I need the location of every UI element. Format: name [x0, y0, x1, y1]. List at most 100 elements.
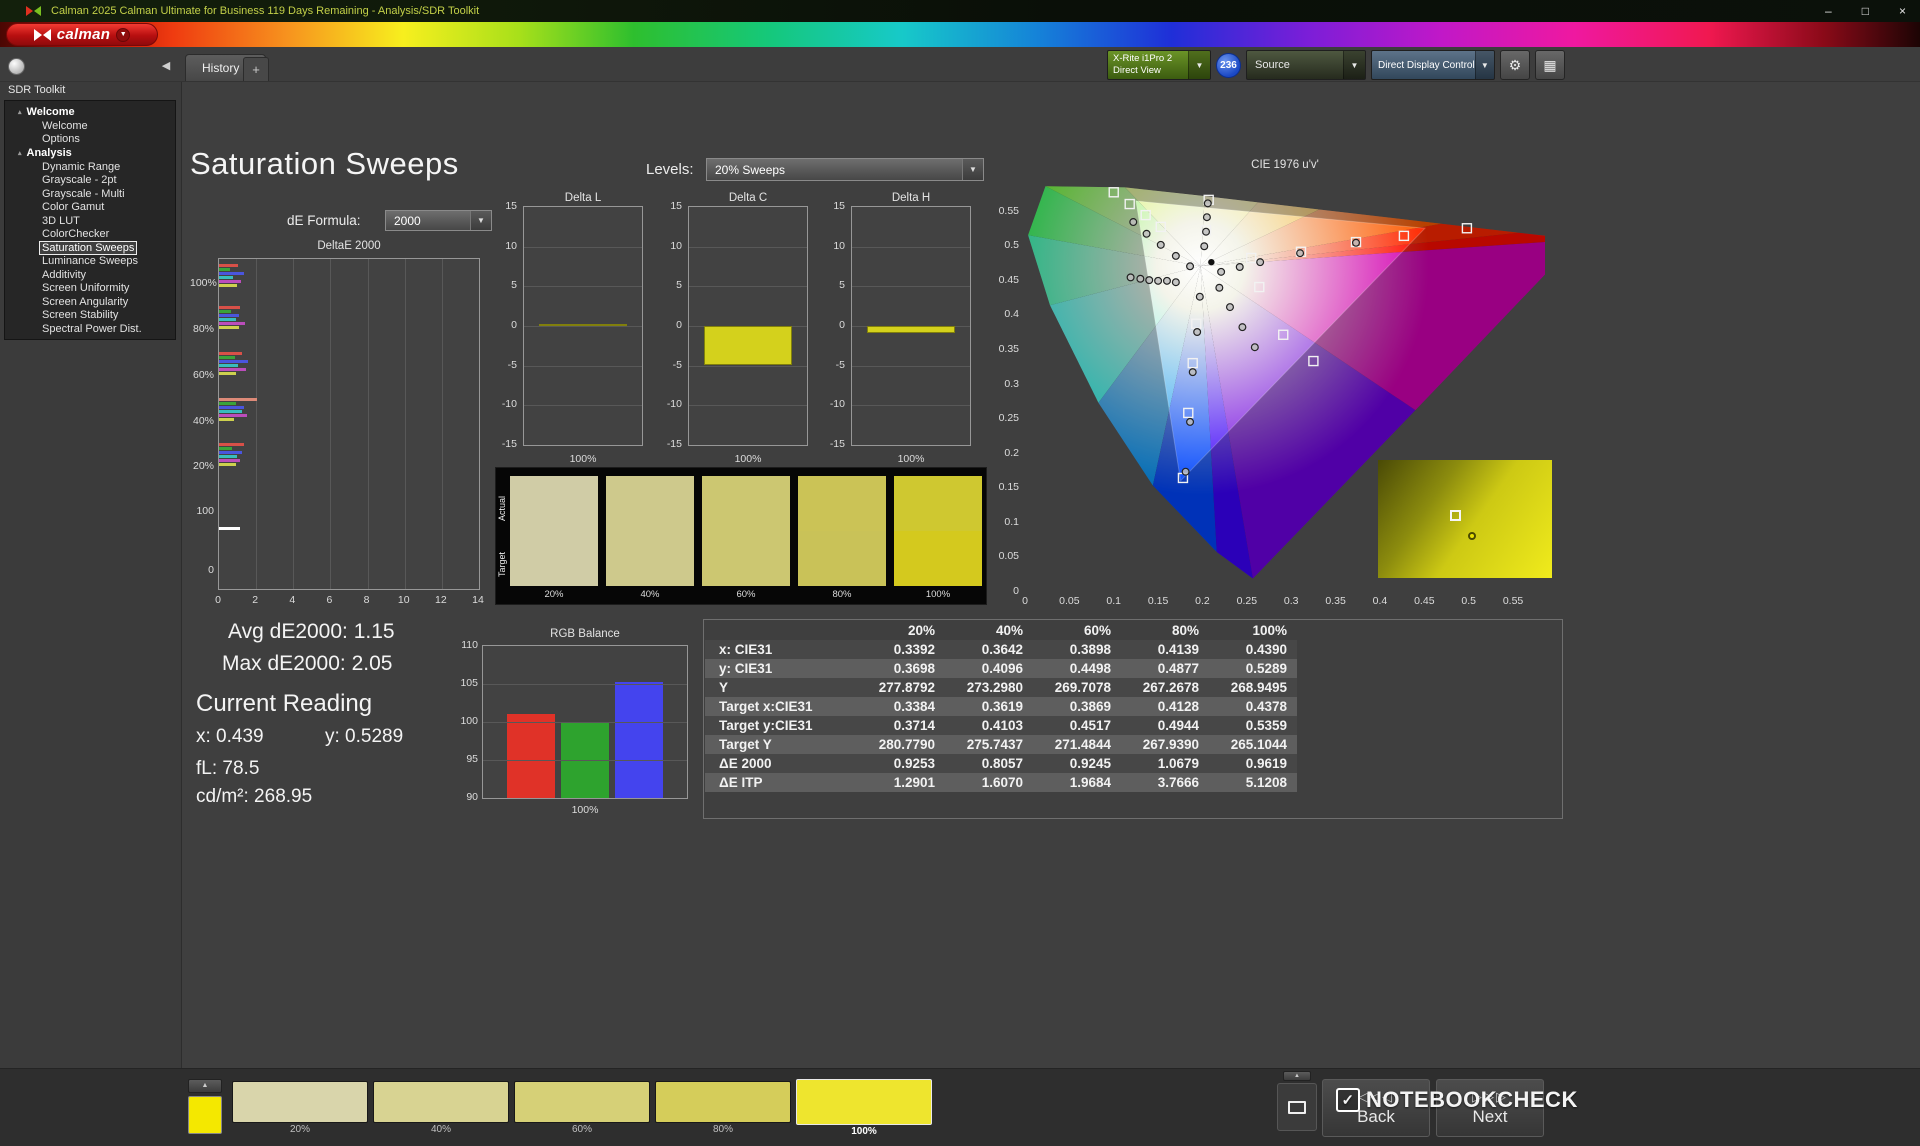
x-tick: 0.55: [1502, 595, 1524, 607]
y-tick: 0: [511, 319, 517, 331]
patch-button-100%[interactable]: 100%: [796, 1079, 932, 1137]
actual-swatch: [510, 476, 598, 531]
actual-swatch: [894, 476, 982, 531]
de-bar: [219, 458, 240, 462]
row-label: x: CIE31: [719, 642, 773, 657]
table-cell: 269.7078: [1054, 680, 1111, 695]
chart-title: RGB Balance: [550, 628, 620, 640]
meter-count-badge[interactable]: 236: [1216, 52, 1241, 78]
tab-bar: History 1 + X-Rite i1Pro 2 Direct View ▼…: [0, 47, 1920, 82]
rgb-balance-chart: RGB Balance 110 105 100 95 90 100%: [455, 628, 695, 820]
pattern-window-button[interactable]: [1277, 1083, 1317, 1131]
meter-dropdown[interactable]: X-Rite i1Pro 2 Direct View ▼: [1107, 50, 1211, 80]
table-cell: 267.2678: [1142, 680, 1199, 695]
table-cell: 273.2980: [966, 680, 1023, 695]
y-tick: -5: [507, 358, 517, 371]
sidebar-item-grayscale-multi[interactable]: Grayscale - Multi: [5, 187, 175, 201]
avg-de2000-readout: Avg dE2000: 1.15: [228, 620, 395, 643]
swatch-60%: [702, 476, 790, 586]
patch-button-60%[interactable]: 60%: [514, 1081, 650, 1137]
de-bar: [219, 446, 233, 450]
sidebar-item-screen-stability[interactable]: Screen Stability: [5, 309, 175, 323]
back-button[interactable]: ◁◁◁ Back: [1322, 1079, 1430, 1137]
patch-scroll-up-button[interactable]: ▲: [188, 1079, 222, 1093]
de-bar: [219, 360, 249, 364]
pattern-scroll-up-button[interactable]: ▲: [1283, 1071, 1311, 1081]
minimize-button[interactable]: –: [1825, 4, 1832, 18]
table-cell: 0.4390: [1245, 642, 1287, 657]
sidebar-item-screen-angularity[interactable]: Screen Angularity: [5, 295, 175, 309]
patch-label: 20%: [289, 1124, 310, 1135]
workflow-menu-button[interactable]: [8, 58, 25, 75]
table-cell: 0.3384: [893, 699, 935, 714]
row-label: Y: [719, 680, 729, 695]
current-patch-swatch[interactable]: [188, 1096, 222, 1134]
row-label: Target Y: [719, 737, 772, 752]
patch-button-80%[interactable]: 80%: [655, 1081, 791, 1137]
y-axis-labels: 0 0.05 0.1 0.15 0.2 0.25 0.3 0.35 0.4 0.45 0.5 0.55: [995, 155, 1021, 597]
sidebar-item-spectral-power-dist[interactable]: Spectral Power Dist.: [5, 322, 175, 336]
direct-display-control-dropdown[interactable]: Direct Display Control ▼: [1371, 50, 1495, 80]
target-marker: [1450, 510, 1461, 521]
sidebar-item-luminance-sweeps[interactable]: Luminance Sweeps: [5, 255, 175, 269]
calman-logo-button[interactable]: calman ▼: [6, 23, 158, 46]
collapse-sidebar-button[interactable]: ◀: [156, 56, 176, 76]
chevron-down-icon: ▼: [116, 27, 131, 42]
de-formula-dropdown[interactable]: 2000 ▼: [385, 210, 492, 231]
sidebar-section-analysis[interactable]: ▴ Analysis: [5, 146, 175, 160]
swatch-40%: [606, 476, 694, 586]
y-tick: 0.3: [1004, 377, 1019, 390]
sidebar-section-welcome[interactable]: ▴ Welcome: [5, 105, 175, 119]
table-cell: 0.3714: [893, 718, 935, 733]
patch-label: 100%: [851, 1126, 877, 1137]
chart-title: DeltaE 2000: [317, 240, 381, 252]
sidebar-item-dynamic-range[interactable]: Dynamic Range: [5, 160, 175, 174]
de-bar: [219, 352, 243, 356]
source-dropdown[interactable]: Source ▼: [1246, 50, 1366, 80]
sidebar-item-additivity[interactable]: Additivity: [5, 268, 175, 282]
swatch-100%: [894, 476, 982, 586]
new-tab-button[interactable]: +: [243, 57, 269, 81]
patch-button-20%[interactable]: 20%: [232, 1081, 368, 1137]
sidebar-item-grayscale-2pt[interactable]: Grayscale - 2pt: [5, 174, 175, 188]
y-tick: 10: [670, 239, 682, 252]
maximize-button[interactable]: □: [1862, 4, 1869, 18]
next-button[interactable]: ▷▷▷ Next: [1436, 1079, 1544, 1137]
back-button-label: Back: [1357, 1107, 1395, 1126]
delta-bar: [704, 326, 792, 365]
x-tick: 0.3: [1283, 595, 1299, 607]
max-de2000-readout: Max dE2000: 2.05: [222, 652, 393, 675]
de-bar: [219, 279, 242, 283]
y-tick: 0.55: [998, 204, 1019, 217]
y-tick: -15: [829, 438, 845, 450]
patch-button-40%[interactable]: 40%: [373, 1081, 509, 1137]
x-tick: 0.1: [1106, 595, 1122, 607]
sidebar-item-screen-uniformity[interactable]: Screen Uniformity: [5, 282, 175, 296]
y-tick: 40%: [192, 415, 214, 428]
sidebar-item-color-gamut[interactable]: Color Gamut: [5, 201, 175, 215]
x-tick: 6: [326, 594, 333, 606]
sidebar-item-options[interactable]: Options: [5, 133, 175, 147]
y-tick: 90: [466, 791, 478, 803]
swatch-20%: [510, 476, 598, 586]
workspace-layout-button[interactable]: ▦: [1535, 50, 1565, 80]
actual-swatch: [798, 476, 886, 531]
table-row: Target y:CIE31 0.3714 0.4103 0.4517 0.4944 0.…: [705, 716, 1297, 735]
rainbow-strip: [0, 22, 1920, 47]
sidebar-item-welcome[interactable]: Welcome: [5, 119, 175, 133]
patch-color: [373, 1081, 509, 1123]
sidebar-item-saturation-sweeps[interactable]: Saturation Sweeps: [5, 240, 175, 255]
table-cell: 267.9390: [1142, 737, 1199, 752]
calman-butterfly-icon: [33, 28, 51, 41]
sidebar-item-colorchecker[interactable]: ColorChecker: [5, 228, 175, 242]
sidebar-item-3d-lut[interactable]: 3D LUT: [5, 214, 175, 228]
y-tick: 100%: [190, 277, 217, 290]
plot-area: [218, 258, 480, 590]
swatch-label: 40%: [640, 589, 660, 600]
page-title: Saturation Sweeps: [190, 146, 459, 181]
settings-button[interactable]: ⚙: [1500, 50, 1530, 80]
close-button[interactable]: ×: [1899, 4, 1906, 18]
actual-swatch: [606, 476, 694, 531]
y-tick: -5: [672, 358, 682, 371]
levels-dropdown[interactable]: 20% Sweeps ▼: [706, 158, 984, 181]
